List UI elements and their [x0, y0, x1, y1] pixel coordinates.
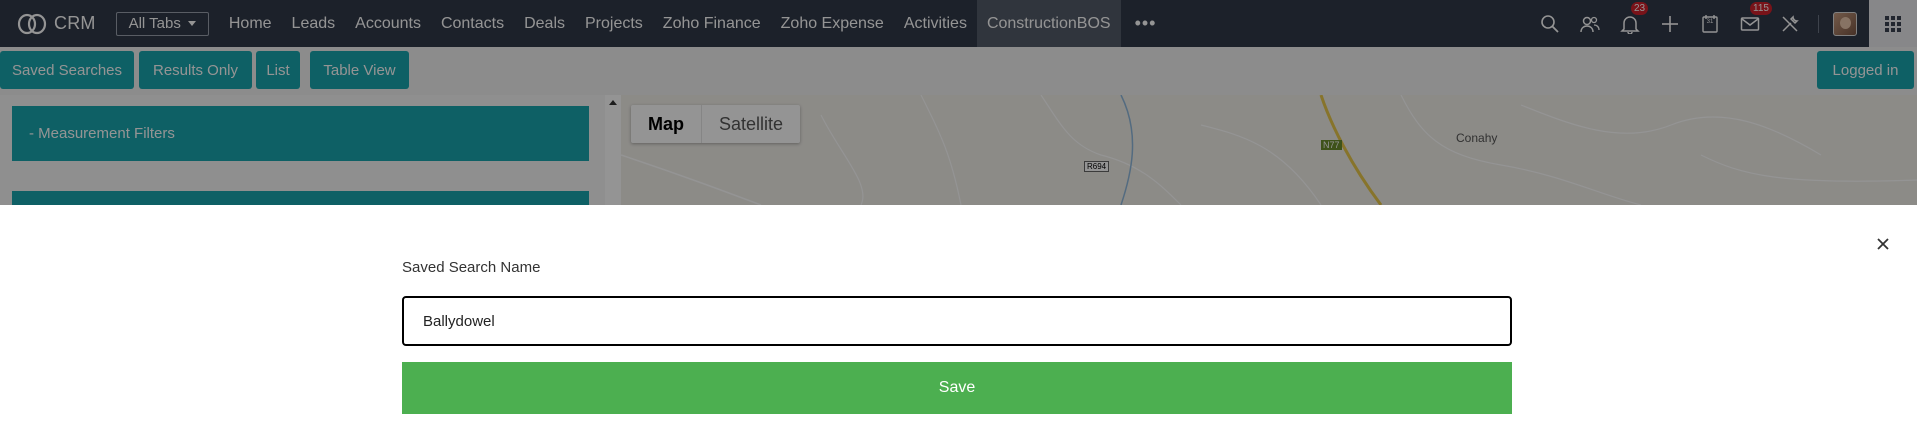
- tab-contacts[interactable]: Contacts: [431, 0, 514, 47]
- place-label-conahy: Conahy: [1456, 131, 1498, 145]
- contacts-icon: [1580, 16, 1600, 32]
- setup-button[interactable]: [1770, 0, 1810, 47]
- calendar-day: 31: [1706, 19, 1714, 25]
- bell-icon: [1620, 15, 1640, 34]
- more-tabs-button[interactable]: •••: [1121, 0, 1171, 47]
- road-label-n77: N77: [1321, 140, 1342, 150]
- map-roads: [621, 95, 1917, 205]
- crm-logo-icon: [17, 13, 47, 34]
- notifications-badge: 23: [1631, 2, 1649, 15]
- mail-button[interactable]: 115: [1730, 0, 1772, 47]
- results-only-button[interactable]: Results Only: [139, 51, 252, 89]
- tools-icon: [1782, 14, 1799, 32]
- search-icon: [1541, 14, 1559, 33]
- save-button[interactable]: Save: [402, 362, 1512, 414]
- contacts-button[interactable]: [1570, 0, 1610, 47]
- tab-leads[interactable]: Leads: [282, 0, 346, 47]
- map-view[interactable]: Map Satellite R694 N77 Conahy: [621, 95, 1917, 205]
- search-button[interactable]: [1530, 0, 1570, 47]
- toolbar: Saved Searches Results Only List Table V…: [0, 47, 1917, 95]
- road-label-r694: R694: [1084, 161, 1110, 172]
- map-type-toggle: Map Satellite: [631, 105, 801, 143]
- mail-badge: 115: [1750, 2, 1772, 15]
- save-search-modal: Saved Search Name Save: [0, 205, 1917, 438]
- avatar[interactable]: [1833, 11, 1857, 36]
- tab-constructionbos[interactable]: ConstructionBOS: [976, 0, 1121, 47]
- tab-accounts[interactable]: Accounts: [345, 0, 431, 47]
- tab-zoho-expense[interactable]: Zoho Expense: [771, 0, 894, 47]
- scroll-up-arrow-icon[interactable]: [609, 100, 617, 105]
- saved-search-name-input[interactable]: [402, 296, 1512, 346]
- nav-right-tools: 23 31 115: [1530, 0, 1917, 47]
- plus-icon: [1662, 15, 1678, 32]
- add-button[interactable]: [1650, 0, 1690, 47]
- satellite-view-button[interactable]: Satellite: [701, 105, 800, 143]
- close-button[interactable]: [1873, 234, 1893, 254]
- measurement-filters-toggle[interactable]: - Measurement Filters: [12, 106, 589, 161]
- chevron-down-icon: [187, 21, 196, 26]
- brand[interactable]: CRM: [17, 0, 96, 47]
- tab-projects[interactable]: Projects: [575, 0, 653, 47]
- calendar-button[interactable]: 31: [1690, 0, 1730, 47]
- nav-divider: [1818, 14, 1819, 33]
- nav-tabs: Home Leads Accounts Contacts Deals Proje…: [219, 0, 1171, 47]
- map-view-button[interactable]: Map: [631, 105, 701, 143]
- app-grid-button[interactable]: [1869, 0, 1917, 47]
- tab-zoho-finance[interactable]: Zoho Finance: [653, 0, 771, 47]
- table-view-button[interactable]: Table View: [310, 51, 409, 89]
- filter-section-collapsed[interactable]: [12, 191, 589, 205]
- all-tabs-label: All Tabs: [128, 15, 181, 32]
- tab-activities[interactable]: Activities: [894, 0, 977, 47]
- tab-deals[interactable]: Deals: [514, 0, 575, 47]
- top-navigation: CRM All Tabs Home Leads Accounts Contact…: [0, 0, 1917, 47]
- tab-home[interactable]: Home: [219, 0, 282, 47]
- brand-name: CRM: [54, 13, 96, 33]
- filter-panel: - Measurement Filters: [0, 95, 605, 205]
- logged-in-button[interactable]: Logged in: [1817, 51, 1914, 89]
- list-button[interactable]: List: [256, 51, 300, 89]
- close-icon: [1877, 238, 1889, 250]
- mail-icon: [1740, 16, 1760, 31]
- saved-search-name-label: Saved Search Name: [402, 259, 541, 276]
- notifications-button[interactable]: 23: [1610, 0, 1650, 47]
- saved-searches-button[interactable]: Saved Searches: [0, 51, 134, 89]
- all-tabs-dropdown[interactable]: All Tabs: [115, 11, 209, 36]
- app-grid-icon: [1885, 15, 1901, 32]
